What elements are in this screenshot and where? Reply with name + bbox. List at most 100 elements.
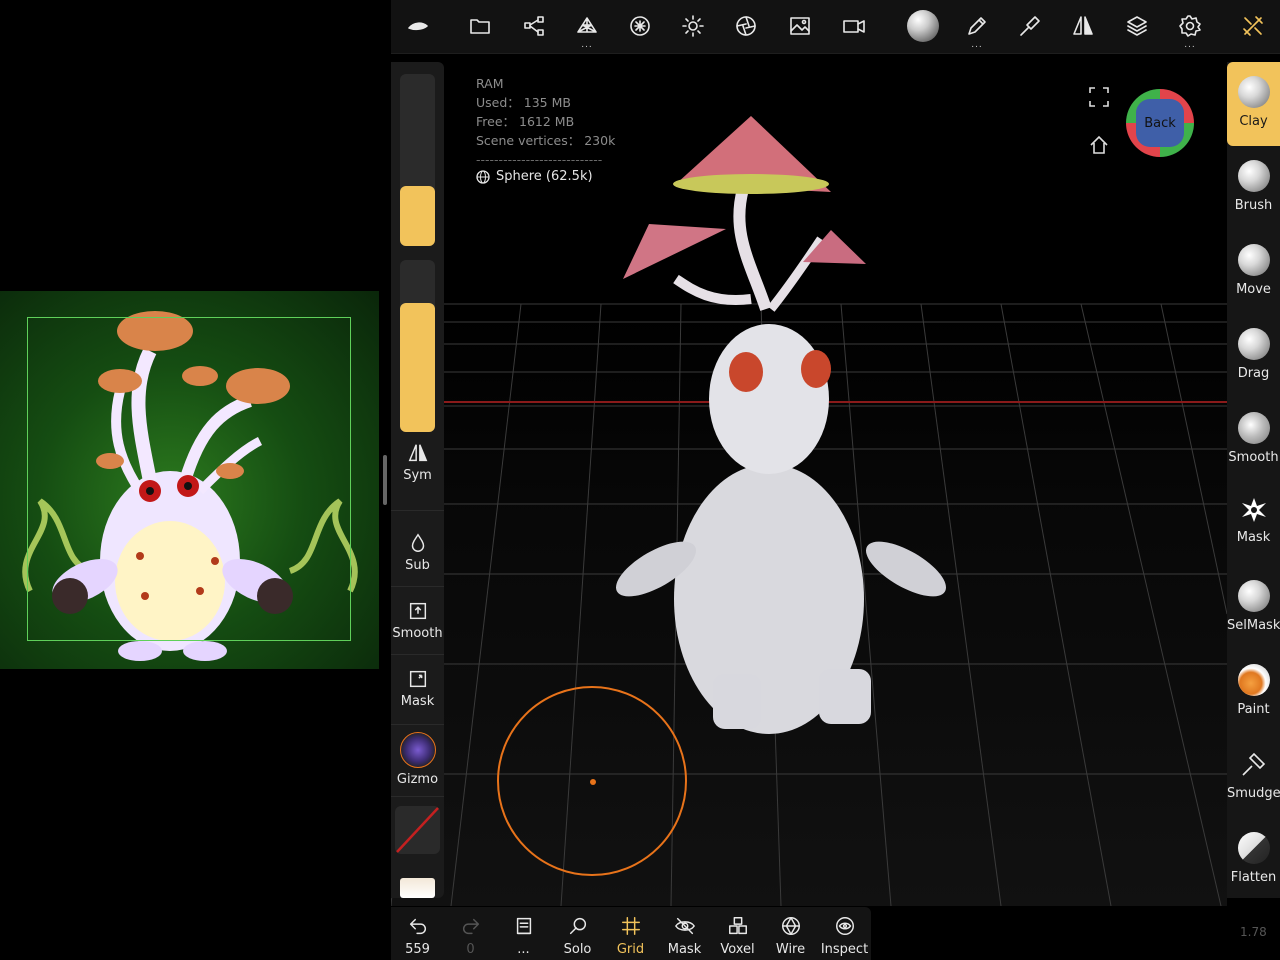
radius-slider-fill [400,185,435,246]
gizmo-button[interactable]: Gizmo [391,732,444,787]
tool-mask[interactable]: Mask [1227,482,1280,566]
grid-label: Grid [616,942,645,957]
undo-count: 559 [405,942,430,957]
alpha-texture-slot[interactable] [395,806,440,854]
topology-more: ... [581,40,593,50]
clay-icon [1237,76,1270,108]
settings-icon[interactable]: ... [1174,10,1206,50]
color-swatch[interactable] [400,878,435,898]
solo-label: Solo [563,942,592,957]
gizmo-label: Gizmo [396,772,439,787]
divider [391,510,444,511]
eye-slash-icon [674,917,695,935]
redo-count: 0 [466,942,475,957]
no-alpha-icon [396,807,439,853]
light-icon[interactable] [677,10,709,42]
history-more: ... [517,942,530,957]
tools-icon[interactable] [1237,10,1269,42]
wire-button[interactable]: Wire [764,907,817,960]
mask-label: Mask [400,694,435,709]
voxel-button[interactable]: Voxel [711,907,764,960]
version-label: 1.78 [1240,925,1267,939]
bottom-toolbar: 559 0 ... Solo Grid Mask Voxel Wire Insp… [391,907,871,960]
tool-label: Drag [1237,366,1270,381]
sub-label: Sub [405,558,430,573]
smooth-icon [1237,412,1270,444]
inspect-label: Inspect [820,942,869,957]
drag-icon [1237,328,1270,360]
topology-icon[interactable]: ... [571,10,603,50]
history-button[interactable]: ... [497,907,550,960]
left-brush-panel: Sym Sub Smooth Mask Gizmo [391,62,444,898]
scene-tree-icon[interactable] [518,10,550,42]
magnifier-icon [569,917,586,935]
inspect-eye-icon [835,917,854,935]
wire-label: Wire [775,942,806,957]
object-name: Sphere (62.5k) [496,169,593,184]
tool-smudge[interactable]: Smudge [1227,734,1280,818]
gizmo-icon [399,732,436,768]
notebook-icon [516,917,531,935]
home-icon[interactable] [1088,134,1110,160]
divider [391,654,444,655]
tool-selmask[interactable]: SelMask [1227,566,1280,650]
panel-resize-handle[interactable] [383,455,387,505]
painting-icon[interactable] [1014,10,1046,42]
stats-overlay: RAM Used： 135 MB Free： 1612 MB Scene ver… [476,74,615,169]
redo-button[interactable]: 0 [444,907,497,960]
tool-flatten[interactable]: Flatten [1227,818,1280,902]
radius-slider[interactable] [400,74,435,246]
fullscreen-icon[interactable] [1088,86,1110,112]
smooth-box-icon [409,602,426,620]
tool-smooth[interactable]: Smooth [1227,398,1280,482]
divider [391,796,444,797]
view-cube[interactable]: Back [1126,89,1194,157]
mask-button[interactable]: Mask [391,668,444,709]
tool-move[interactable]: Move [1227,230,1280,314]
tool-label: Smudge [1227,786,1280,801]
grid-icon [621,917,640,935]
layers-icon[interactable] [1121,10,1153,42]
matcap-sphere-icon[interactable] [907,10,939,42]
mask-toggle-button[interactable]: Mask [658,907,711,960]
camera-icon[interactable] [838,10,870,42]
sphere-icon [476,169,490,184]
voxel-label: Voxel [720,942,755,957]
grid-button[interactable]: Grid [604,907,657,960]
undo-button[interactable]: 559 [391,907,444,960]
paint-icon [1237,664,1270,696]
ram-free: Free： 1612 MB [476,114,575,129]
symmetry-icon [408,444,427,462]
tool-label: Brush [1234,198,1273,213]
background-image-icon[interactable] [784,10,816,42]
symmetry-icon[interactable] [1067,10,1099,42]
smudge-icon [1238,748,1270,780]
smooth-button[interactable]: Smooth [391,600,444,641]
inspect-button[interactable]: Inspect [818,907,871,960]
material-icon[interactable] [624,10,656,42]
stroke-icon[interactable]: ... [961,10,993,50]
postprocess-icon[interactable] [730,10,762,42]
divider [391,586,444,587]
reference-image [0,291,379,669]
tool-drag[interactable]: Drag [1227,314,1280,398]
redo-icon [462,918,479,935]
view-cube-face[interactable]: Back [1136,99,1184,147]
mask-toggle-label: Mask [667,942,702,957]
drop-icon [411,533,424,552]
smooth-label: Smooth [392,626,443,641]
tool-label: SelMask [1227,618,1280,633]
tool-label: Flatten [1230,870,1277,885]
solo-button[interactable]: Solo [551,907,604,960]
tool-label: Move [1236,282,1271,297]
tool-clay[interactable]: Clay [1227,62,1280,146]
intensity-slider[interactable] [400,260,435,432]
sub-button[interactable]: Sub [391,532,444,573]
tool-paint[interactable]: Paint [1227,650,1280,734]
top-toolbar: ... ... ... [391,0,1280,54]
folder-icon[interactable] [464,10,496,42]
nomad-logo-icon[interactable] [402,10,434,42]
tool-brush[interactable]: Brush [1227,146,1280,230]
active-object[interactable]: Sphere (62.5k) [476,169,593,184]
sym-button[interactable]: Sym [391,442,444,483]
